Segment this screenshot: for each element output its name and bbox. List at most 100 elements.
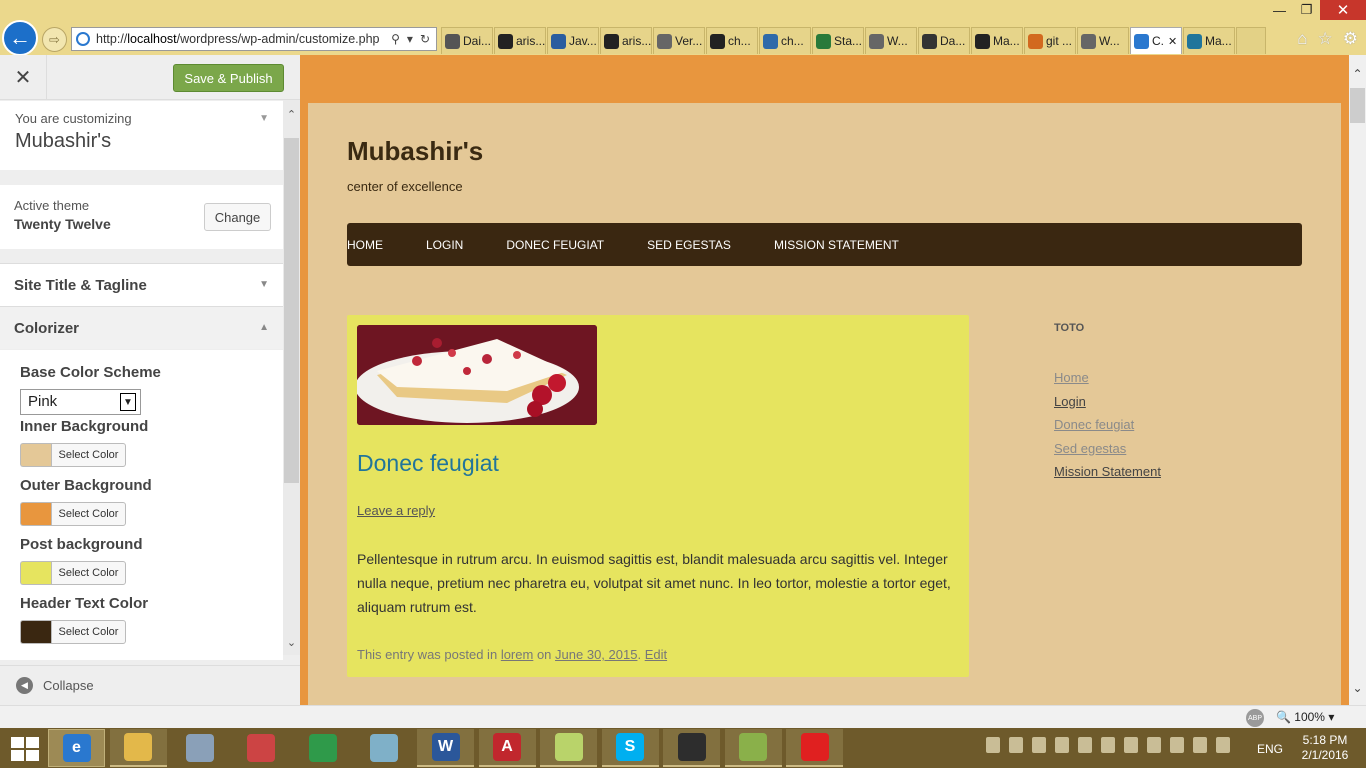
taskbar-sticky-folder[interactable] — [540, 729, 597, 767]
close-customizer-icon[interactable]: ✕ — [0, 55, 47, 100]
browser-tab[interactable]: Da... — [918, 27, 970, 54]
taskbar-snipping-tool[interactable] — [233, 729, 290, 767]
color-picker[interactable]: Select Color — [20, 502, 263, 526]
browser-tab[interactable]: Sta... — [812, 27, 864, 54]
dropdown-icon[interactable]: ▾ — [407, 32, 413, 46]
tray-icon[interactable] — [986, 737, 1000, 753]
minimize-button[interactable]: — — [1266, 0, 1293, 20]
scroll-down-icon[interactable]: ⌄ — [1349, 681, 1366, 695]
back-button[interactable]: ← — [2, 20, 38, 56]
browser-tab[interactable]: ch... — [706, 27, 758, 54]
flag-icon[interactable] — [1124, 737, 1138, 753]
category-link[interactable]: lorem — [501, 647, 534, 662]
scroll-up-icon[interactable]: ⌃ — [1349, 67, 1366, 81]
tray-icon[interactable] — [1009, 737, 1023, 753]
browser-tab[interactable]: git ... — [1024, 27, 1076, 54]
home-icon[interactable]: ⌂ — [1297, 29, 1307, 49]
taskbar-terminal[interactable] — [663, 729, 720, 767]
taskbar-calculator[interactable] — [171, 729, 228, 767]
widget-link[interactable]: Home — [1054, 366, 1161, 390]
taskbar-word[interactable]: W — [417, 729, 474, 767]
color-swatch[interactable] — [20, 443, 51, 467]
scroll-thumb[interactable] — [284, 138, 299, 483]
language-indicator[interactable]: ENG — [1257, 742, 1283, 756]
browser-tab[interactable]: W... — [865, 27, 917, 54]
favorites-star-icon[interactable]: ☆ — [1318, 29, 1333, 49]
change-theme-button[interactable]: Change — [204, 203, 271, 231]
select-color-button[interactable]: Select Color — [51, 561, 126, 585]
browser-tab[interactable]: aris... — [600, 27, 652, 54]
settings-gear-icon[interactable]: ⚙ — [1343, 29, 1358, 49]
color-swatch[interactable] — [20, 502, 51, 526]
taskbar-paint-splash[interactable] — [786, 729, 843, 767]
color-picker[interactable]: Select Color — [20, 620, 263, 644]
base-scheme-select[interactable]: Pink ▼ — [20, 389, 141, 415]
widget-link[interactable]: Sed egestas — [1054, 437, 1161, 461]
volume-icon[interactable] — [1193, 737, 1207, 753]
url-text[interactable]: http://localhost/wordpress/wp-admin/cust… — [96, 32, 391, 46]
browser-tab[interactable]: aris... — [494, 27, 546, 54]
menu-item[interactable]: SED EGESTAS — [647, 238, 731, 252]
taskbar-internet-explorer[interactable]: e — [48, 729, 105, 767]
taskbar-file-explorer[interactable] — [109, 729, 167, 767]
collapse-button[interactable]: ◀ Collapse — [0, 665, 300, 705]
widget-link[interactable]: Login — [1054, 390, 1161, 414]
window-close-button[interactable]: ✕ — [1320, 0, 1366, 20]
browser-tab[interactable]: Jav... — [547, 27, 599, 54]
site-title[interactable]: Mubashir's — [347, 136, 483, 167]
select-color-button[interactable]: Select Color — [51, 443, 126, 467]
scroll-thumb[interactable] — [1350, 88, 1365, 123]
menu-item[interactable]: MISSION STATEMENT — [774, 238, 899, 252]
taskbar-acrobat[interactable]: A — [478, 729, 536, 767]
color-swatch[interactable] — [20, 620, 51, 644]
browser-tab[interactable]: Ma... — [971, 27, 1023, 54]
browser-tab[interactable]: Ver... — [653, 27, 705, 54]
network-icon[interactable] — [1170, 737, 1184, 753]
sidebar-scrollbar[interactable]: ⌃ ⌄ — [283, 100, 300, 655]
preview-scrollbar[interactable]: ⌃ ⌄ — [1349, 55, 1366, 705]
menu-item[interactable]: HOME — [347, 238, 383, 252]
browser-tab[interactable]: C. ✕ — [1130, 27, 1182, 54]
tray-icon[interactable] — [1147, 737, 1161, 753]
widget-link[interactable]: Mission Statement — [1054, 460, 1161, 484]
post-title[interactable]: Donec feugiat — [357, 450, 499, 477]
post-featured-image[interactable] — [357, 325, 597, 425]
color-picker[interactable]: Select Color — [20, 561, 263, 585]
browser-tab[interactable]: Ma... — [1183, 27, 1235, 54]
new-tab-button[interactable] — [1236, 27, 1266, 54]
menu-item[interactable]: LOGIN — [426, 238, 463, 252]
taskbar-chrome[interactable] — [294, 729, 351, 767]
select-color-button[interactable]: Select Color — [51, 620, 126, 644]
tray-icon[interactable] — [1078, 737, 1092, 753]
browser-tab[interactable]: Dai... — [441, 27, 493, 54]
scroll-up-icon[interactable]: ⌃ — [283, 108, 300, 121]
customizing-info[interactable]: You are customizing Mubashir's ▼ — [0, 101, 283, 170]
menu-item[interactable]: DONEC FEUGIAT — [506, 238, 604, 252]
leave-reply-link[interactable]: Leave a reply — [357, 503, 435, 518]
zoom-level[interactable]: 🔍 100% ▾ — [1276, 710, 1334, 724]
start-button[interactable] — [11, 737, 39, 761]
color-swatch[interactable] — [20, 561, 51, 585]
tray-icon[interactable] — [1101, 737, 1115, 753]
dropbox-icon[interactable] — [1032, 737, 1046, 753]
browser-tab[interactable]: ch... — [759, 27, 811, 54]
adblock-icon[interactable]: ABP — [1246, 709, 1264, 727]
close-tab-icon[interactable]: ✕ — [1168, 35, 1177, 48]
tray-icon[interactable] — [1055, 737, 1069, 753]
section-colorizer[interactable]: Colorizer ▲ — [0, 306, 283, 349]
search-icon[interactable]: ⚲ — [391, 32, 400, 46]
edit-link[interactable]: Edit — [645, 647, 667, 662]
date-link[interactable]: June 30, 2015 — [555, 647, 637, 662]
forward-button[interactable]: ⇨ — [42, 27, 67, 52]
battery-icon[interactable] — [1216, 737, 1230, 753]
taskbar-notepad-pp[interactable] — [724, 729, 782, 767]
taskbar-notepad-plus[interactable] — [356, 729, 413, 767]
color-picker[interactable]: Select Color — [20, 443, 263, 467]
widget-link[interactable]: Donec feugiat — [1054, 413, 1161, 437]
chevron-down-icon[interactable]: ▼ — [120, 393, 136, 411]
scroll-down-icon[interactable]: ⌄ — [283, 636, 300, 649]
section-site-title-tagline[interactable]: Site Title & Tagline ▼ — [0, 263, 283, 306]
browser-tab[interactable]: W... — [1077, 27, 1129, 54]
address-bar[interactable]: http://localhost/wordpress/wp-admin/cust… — [71, 27, 437, 51]
select-color-button[interactable]: Select Color — [51, 502, 126, 526]
